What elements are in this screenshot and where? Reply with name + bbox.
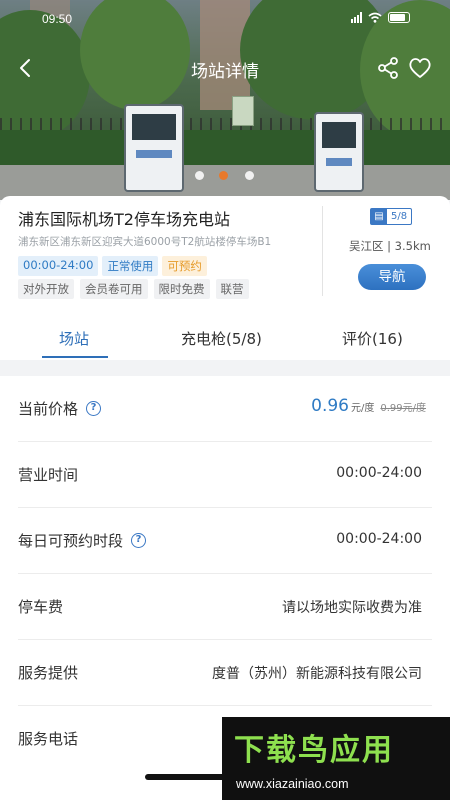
- watermark-url: www.xiazainiao.com: [236, 777, 349, 791]
- hours-value: 00:00-24:00: [336, 465, 422, 481]
- signal-icon: [351, 12, 362, 23]
- hours-row: 营业时间 00:00-24:00: [18, 442, 432, 508]
- battery-icon: [388, 12, 410, 23]
- reservable-tag: 可预约: [162, 256, 207, 276]
- provider-label: 服务提供: [18, 664, 79, 682]
- original-price: 0.99元/度: [380, 403, 426, 414]
- tab-bar: 场站 充电枪(5/8) 评价(16): [0, 308, 450, 360]
- feature-tags: 对外开放 会员卷可用 限时免费 联营: [18, 279, 249, 299]
- district-distance: 吴江区 | 3.5km: [349, 239, 431, 253]
- status-tag: 正常使用: [102, 256, 159, 276]
- share-icon[interactable]: [374, 54, 402, 82]
- status-bar: 09:50: [0, 10, 450, 30]
- help-icon[interactable]: ?: [131, 533, 147, 548]
- feature-tag: 联营: [215, 279, 249, 299]
- charger-count-badge: ▤ 5/8: [370, 208, 413, 225]
- feature-tag: 会员卷可用: [80, 279, 148, 299]
- feature-tag: 限时免费: [153, 279, 210, 299]
- parking-label: 停车费: [18, 598, 64, 616]
- parking-row: 停车费 请以场地实际收费为准: [18, 574, 432, 640]
- phone-label: 服务电话: [18, 730, 79, 748]
- feature-tag: 对外开放: [18, 279, 74, 299]
- wifi-icon: [368, 12, 382, 23]
- current-price: 0.96: [311, 396, 349, 416]
- charger-count: 5/8: [391, 211, 408, 222]
- tab-station[interactable]: 场站: [59, 328, 89, 349]
- hours-label: 营业时间: [18, 466, 79, 484]
- reserve-row: 每日可预约时段 ? 00:00-24:00: [18, 508, 432, 574]
- navigate-button[interactable]: 导航: [358, 264, 426, 290]
- help-icon[interactable]: ?: [86, 401, 102, 416]
- tab-chargers[interactable]: 充电枪(5/8): [181, 328, 262, 349]
- station-card: 浦东国际机场T2停车场充电站 浦东新区浦东新区迎宾大道6000号T2航站楼停车场…: [0, 196, 450, 308]
- nav-bar: 场站详情: [0, 52, 450, 84]
- hours-tag: 00:00-24:00: [18, 256, 99, 276]
- price-row: 当前价格 ? 0.96 元/度 0.99元/度: [18, 376, 432, 442]
- status-time: 09:50: [42, 12, 73, 26]
- price-unit: 元/度: [350, 403, 375, 414]
- provider-row: 服务提供 度普（苏州）新能源科技有限公司: [18, 640, 432, 706]
- provider-value: 度普（苏州）新能源科技有限公司: [212, 666, 422, 682]
- price-label: 当前价格: [18, 400, 79, 418]
- station-photo: [0, 0, 450, 200]
- station-address: 浦东新区浦东新区迎宾大道6000号T2航站楼停车场B1: [18, 236, 272, 248]
- reserve-label: 每日可预约时段: [18, 532, 124, 550]
- heart-icon[interactable]: [406, 54, 434, 82]
- charger-icon: ▤: [371, 209, 387, 224]
- station-name: 浦东国际机场T2停车场充电站: [18, 210, 230, 229]
- watermark-title: 下载鸟应用: [234, 733, 394, 768]
- tab-reviews[interactable]: 评价(16): [342, 328, 403, 349]
- parking-value: 请以场地实际收费为准: [282, 600, 422, 616]
- reserve-value: 00:00-24:00: [336, 531, 422, 547]
- divider: [322, 206, 323, 296]
- active-tab-indicator: [42, 356, 108, 358]
- watermark: 下载鸟应用 www.xiazainiao.com: [222, 717, 450, 800]
- status-tags: 00:00-24:00 正常使用 可预约: [18, 256, 207, 276]
